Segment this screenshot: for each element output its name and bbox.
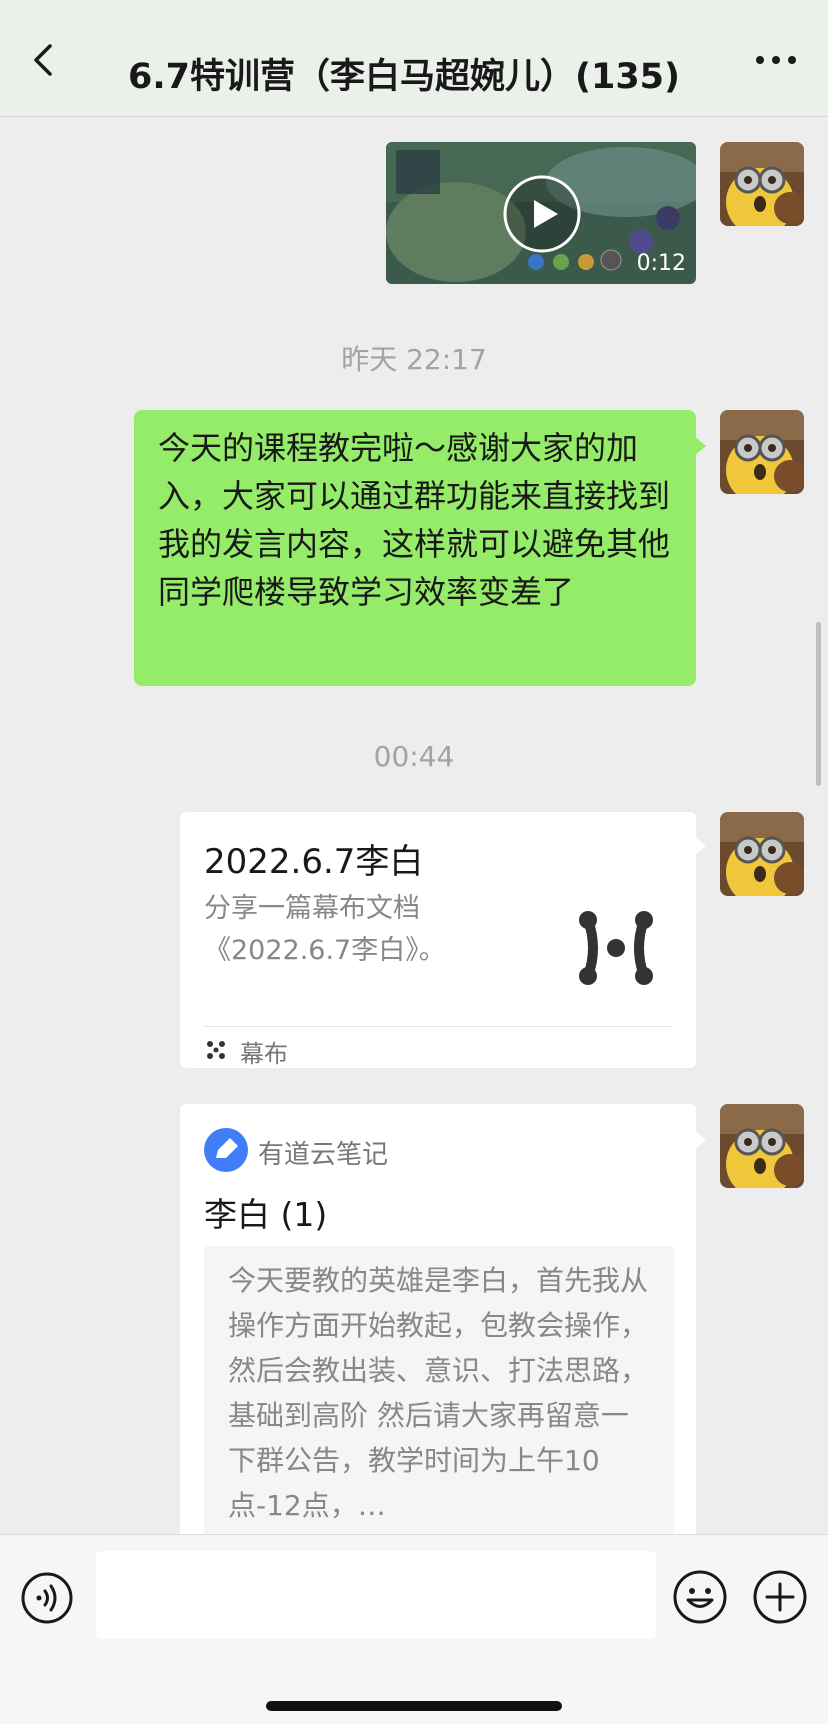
home-indicator[interactable]	[266, 1701, 562, 1711]
timestamp: 00:44	[373, 740, 455, 773]
avatar[interactable]	[720, 142, 804, 226]
avatar[interactable]	[720, 1104, 804, 1188]
card-source: 幕布	[240, 1040, 288, 1068]
video-duration: 0:12	[636, 251, 686, 276]
avatar[interactable]	[720, 410, 804, 494]
chat-header: 6.7特训营（李白马超婉儿）(135)	[0, 0, 828, 117]
avatar[interactable]	[720, 812, 804, 896]
chevron-left-icon[interactable]	[24, 40, 64, 80]
plus-icon[interactable]	[752, 1569, 808, 1625]
card-description: 分享一篇幕布文档《2022.6.7李白》。	[204, 893, 446, 966]
message-text: 今天的课程教完啦～感谢大家的加入，大家可以通过群功能来直接找到我的发言内容，这样…	[158, 429, 671, 611]
chat-title: 6.7特训营（李白马超婉儿）(135)	[127, 57, 681, 97]
card-title: 李白 (1)	[204, 1195, 328, 1234]
video-message[interactable]: 0:12	[386, 142, 696, 284]
voice-icon[interactable]	[20, 1571, 74, 1625]
youdao-note-icon	[204, 1128, 248, 1172]
card-divider	[204, 1026, 672, 1027]
card-title: 2022.6.7李白	[204, 842, 424, 882]
scrollbar[interactable]	[816, 622, 821, 786]
note-preview-text: 今天要教的英雄是李白，首先我从操作方面开始教起，包教会操作，然后会教出装、意识、…	[228, 1264, 649, 1522]
card-tail	[694, 1130, 706, 1150]
more-dots-icon[interactable]	[754, 50, 798, 70]
mubu-small-icon	[207, 1041, 225, 1059]
bubble-tail	[694, 436, 706, 456]
emoji-icon[interactable]	[672, 1569, 728, 1625]
message-input[interactable]	[96, 1551, 656, 1639]
mubu-logo-icon	[579, 911, 653, 985]
card-tail	[694, 836, 706, 856]
card-source: 有道云笔记	[258, 1140, 389, 1170]
link-card[interactable]: 2022.6.7李白 分享一篇幕布文档《2022.6.7李白》。 幕布	[180, 812, 696, 1068]
note-preview-box: 今天要教的英雄是李白，首先我从操作方面开始教起，包教会操作，然后会教出装、意识、…	[204, 1246, 674, 1544]
play-icon[interactable]	[502, 174, 582, 254]
note-card[interactable]: 有道云笔记 李白 (1) 今天要教的英雄是李白，首先我从操作方面开始教起，包教会…	[180, 1104, 696, 1544]
input-bar	[0, 1534, 828, 1724]
text-message-bubble[interactable]: 今天的课程教完啦～感谢大家的加入，大家可以通过群功能来直接找到我的发言内容，这样…	[134, 410, 696, 686]
timestamp: 昨天 22:17	[341, 343, 487, 376]
